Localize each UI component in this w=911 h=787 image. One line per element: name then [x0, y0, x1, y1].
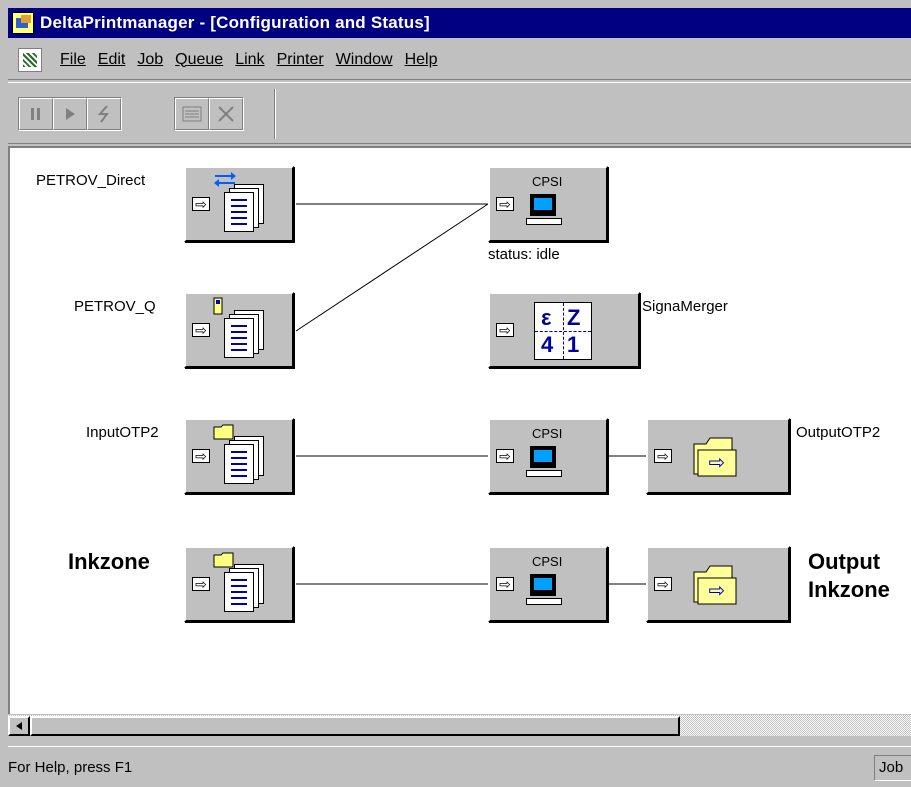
queue-label-inkzone: Inkzone [68, 549, 150, 574]
status-bar: For Help, press F1 Job [8, 746, 911, 787]
menu-queue[interactable]: Queue [175, 51, 223, 69]
properties-icon [182, 106, 202, 122]
menu-bar: File Edit Job Queue Link Printer Window … [8, 40, 911, 80]
computer-icon [526, 194, 562, 225]
menu-help[interactable]: Help [405, 51, 438, 69]
menu-file[interactable]: File [60, 51, 86, 69]
svg-text:⇨: ⇨ [709, 578, 726, 602]
toolbar-group-edit [174, 97, 244, 131]
queue-node-inkzone[interactable]: ⇨ [184, 546, 294, 622]
input-arrow-icon: ⇨ [496, 323, 514, 337]
output-label-inkzone-line1: Output [808, 549, 881, 574]
input-arrow-icon: ⇨ [654, 449, 672, 463]
cpsi-title: CPSI [532, 426, 563, 441]
pause-icon [31, 108, 40, 120]
cpsi-status-text: status: idle [488, 246, 560, 263]
input-arrow-icon: ⇨ [496, 449, 514, 463]
status-help-text: For Help, press F1 [8, 758, 133, 776]
pause-button[interactable] [19, 98, 53, 130]
input-arrow-icon: ⇨ [496, 197, 514, 211]
properties-button[interactable] [175, 98, 209, 130]
cpsi-title: CPSI [532, 174, 563, 189]
link-queue-to-cpsi [295, 203, 489, 332]
hotfolder-icon [213, 424, 234, 440]
app-icon[interactable] [12, 12, 34, 34]
output-label-outputotp2: OutputOTP2 [796, 424, 881, 441]
status-pane-job: Job [874, 755, 911, 781]
queue-node-inputotp2[interactable]: ⇨ [184, 418, 294, 494]
output-folder-icon: ⇨ [693, 565, 737, 605]
menu-printer[interactable]: Printer [277, 51, 324, 69]
input-arrow-icon: ⇨ [654, 577, 672, 591]
input-arrow-icon: ⇨ [192, 323, 210, 337]
document-window-icon[interactable] [18, 47, 42, 72]
output-label-inkzone-line2: Inkzone [808, 577, 890, 602]
toolbar-separator [274, 89, 276, 139]
direct-transfer-icon [214, 172, 236, 187]
input-arrow-icon: ⇨ [192, 197, 210, 211]
scrollbar-thumb[interactable] [30, 716, 680, 736]
menu-job[interactable]: Job [137, 51, 163, 69]
input-arrow-icon: ⇨ [192, 449, 210, 463]
cpsi-node-top[interactable]: ⇨ CPSI [488, 166, 608, 242]
configuration-canvas[interactable]: PETROV_Direct ⇨ PETROV_Q ⇨ ⇨ CPSI status… [8, 146, 911, 714]
queue-label-petrov-direct: PETROV_Direct [36, 172, 146, 189]
delete-button[interactable] [209, 98, 243, 130]
queue-label-petrov-q: PETROV_Q [74, 298, 156, 315]
arrow-left-icon [16, 722, 22, 730]
output-node-inkzone[interactable]: ⇨ ⇨ [646, 546, 790, 622]
menu-edit[interactable]: Edit [98, 51, 126, 69]
computer-icon [526, 574, 562, 605]
horizontal-scrollbar[interactable] [8, 714, 911, 736]
cpsi-node-bottom[interactable]: ⇨ CPSI [488, 546, 608, 622]
flash-icon [97, 105, 109, 123]
computer-icon [526, 446, 562, 477]
toolbar-group-job-control [18, 97, 122, 131]
delete-icon [218, 106, 234, 122]
toolbar [8, 82, 911, 144]
title-bar[interactable]: DeltaPrintmanager - [Configuration and S… [8, 8, 911, 38]
imposition-icon: ε Z 4 1 [534, 302, 592, 360]
hotfolder-icon [213, 552, 234, 568]
menu-link[interactable]: Link [235, 51, 264, 69]
menu-window[interactable]: Window [336, 51, 393, 69]
output-node-outputotp2[interactable]: ⇨ ⇨ [646, 418, 790, 494]
play-icon [66, 108, 75, 120]
output-folder-icon: ⇨ [693, 437, 737, 477]
queue-node-petrov-q[interactable]: ⇨ [184, 292, 294, 368]
queue-label-inputotp2: InputOTP2 [86, 424, 159, 441]
input-arrow-icon: ⇨ [496, 577, 514, 591]
signamerger-node[interactable]: ⇨ ε Z 4 1 [488, 292, 640, 368]
hold-queue-icon [213, 297, 223, 315]
signamerger-label: SignaMerger [642, 298, 728, 315]
window-title: DeltaPrintmanager - [Configuration and S… [40, 13, 430, 32]
queue-node-petrov-direct[interactable]: ⇨ [184, 166, 294, 242]
cpsi-node-middle[interactable]: ⇨ CPSI [488, 418, 608, 494]
cpsi-title: CPSI [532, 554, 563, 569]
svg-text:⇨: ⇨ [709, 450, 726, 474]
scroll-left-button[interactable] [8, 716, 30, 736]
input-arrow-icon: ⇨ [192, 577, 210, 591]
flash-button[interactable] [87, 98, 121, 130]
play-button[interactable] [53, 98, 87, 130]
